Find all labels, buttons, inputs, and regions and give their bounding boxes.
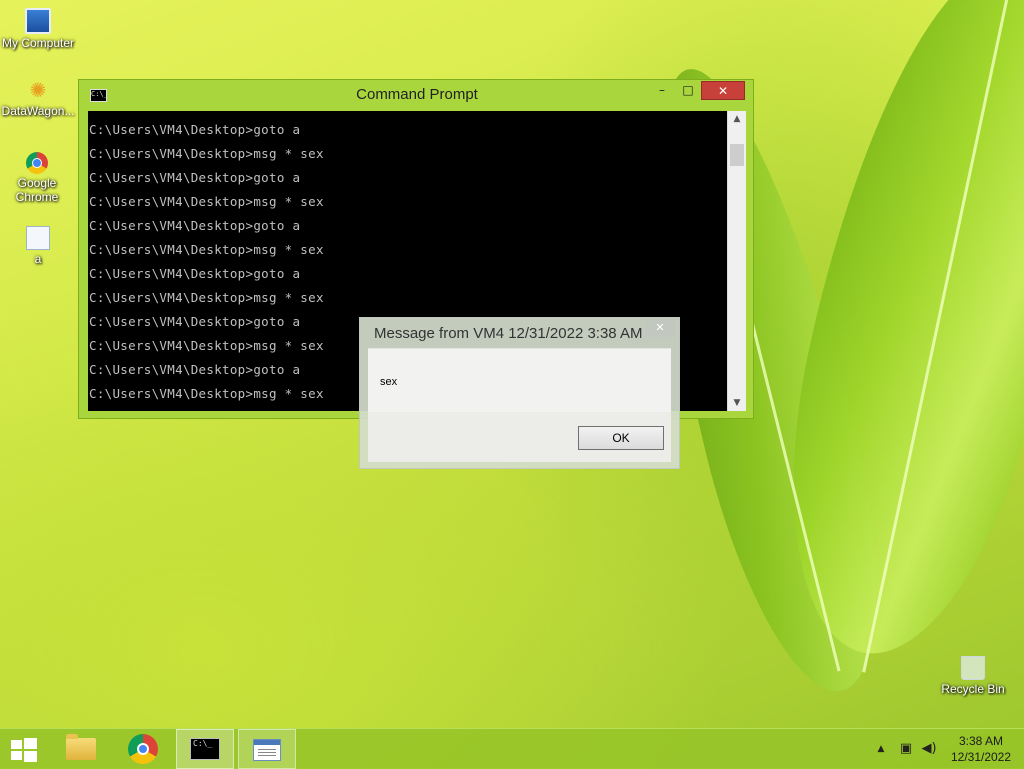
dialog-message-text: sex (380, 376, 398, 388)
dialog-title: Message from VM4 12/31/2022 3:38 AM (374, 325, 643, 342)
scroll-thumb[interactable] (730, 144, 744, 166)
taskbar-chrome[interactable] (114, 729, 172, 769)
desktop-icon-google-chrome[interactable]: Google Chrome (0, 152, 77, 204)
console-line: C:\Users\VM4\Desktop>msg * sex (89, 290, 324, 305)
desktop-icon-label: DataWagon... (1, 104, 75, 118)
cmd-icon: C:\_ (190, 738, 220, 760)
desktop-icon-label: a (34, 252, 42, 266)
chrome-icon (26, 152, 48, 174)
minimize-button[interactable]: – (649, 81, 675, 100)
clock-date: 12/31/2022 (950, 750, 1012, 764)
windows-logo-icon (11, 738, 37, 762)
show-hidden-icons-chevron-icon[interactable]: ▲ (874, 729, 888, 769)
taskbar-command-prompt[interactable]: C:\_ (176, 729, 234, 769)
desktop-icon-label: Google Chrome (15, 176, 59, 204)
window-titlebar[interactable]: C:\_ Command Prompt – □ ✕ (79, 80, 753, 110)
console-line: C:\Users\VM4\Desktop>msg * sex (89, 386, 324, 401)
console-line: C:\Users\VM4\Desktop>goto a (89, 266, 301, 281)
console-line: C:\Users\VM4\Desktop>msg * sex (89, 242, 324, 257)
console-line: C:\Users\VM4\Desktop>msg * sex (89, 146, 324, 161)
volume-icon[interactable]: ◀) (920, 729, 938, 769)
desktop-icon-datawagon[interactable]: ✺ DataWagon... (0, 80, 78, 118)
close-button[interactable]: ✕ (701, 81, 745, 100)
console-line: C:\Users\VM4\Desktop>goto a (89, 170, 301, 185)
datawagon-icon: ✺ (29, 80, 47, 102)
message-dialog[interactable]: Message from VM4 12/31/2022 3:38 AM ✕ se… (359, 317, 680, 469)
console-line: C:\Users\VM4\Desktop>goto a (89, 218, 301, 233)
message-window-icon (253, 739, 281, 761)
start-button[interactable] (0, 729, 48, 769)
dialog-close-button[interactable]: ✕ (645, 319, 675, 337)
folder-icon (66, 734, 96, 760)
computer-icon (25, 8, 51, 34)
scroll-up-arrow-icon[interactable]: ▲ (728, 111, 746, 127)
console-line: C:\Users\VM4\Desktop>goto a (89, 362, 301, 377)
taskbar-message[interactable] (238, 729, 296, 769)
scroll-down-arrow-icon[interactable]: ▼ (728, 395, 746, 411)
clock-time: 3:38 AM (958, 734, 1004, 748)
desktop-icon-label: My Computer (1, 36, 75, 50)
console-line: C:\Users\VM4\Desktop>goto a (89, 122, 301, 137)
maximize-button[interactable]: □ (675, 81, 701, 100)
desktop-icon-a[interactable]: a (0, 226, 78, 266)
network-icon[interactable]: ▣ (897, 729, 915, 769)
chrome-icon (128, 734, 158, 764)
vertical-scrollbar[interactable]: ▲ ▼ (727, 111, 746, 411)
recycle-bin-icon (961, 656, 985, 680)
desktop-icon-label: Recycle Bin (941, 682, 1005, 696)
console-line: C:\Users\VM4\Desktop>msg * sex (89, 194, 324, 209)
desktop-icon-recycle-bin[interactable]: Recycle Bin (933, 656, 1013, 696)
taskbar-file-explorer[interactable] (52, 729, 110, 769)
console-line: C:\Users\VM4\Desktop>goto a (89, 314, 301, 329)
file-icon (26, 226, 50, 250)
ok-button[interactable]: OK (578, 426, 664, 450)
taskbar-clock[interactable]: 3:38 AM 12/31/2022 (946, 733, 1016, 765)
console-line: C:\Users\VM4\Desktop>msg * sex (89, 338, 324, 353)
desktop-icon-my-computer[interactable]: My Computer (0, 8, 78, 50)
taskbar: C:\_ ▲ ▣ ◀) 3:38 AM 12/31/2022 (0, 728, 1024, 769)
